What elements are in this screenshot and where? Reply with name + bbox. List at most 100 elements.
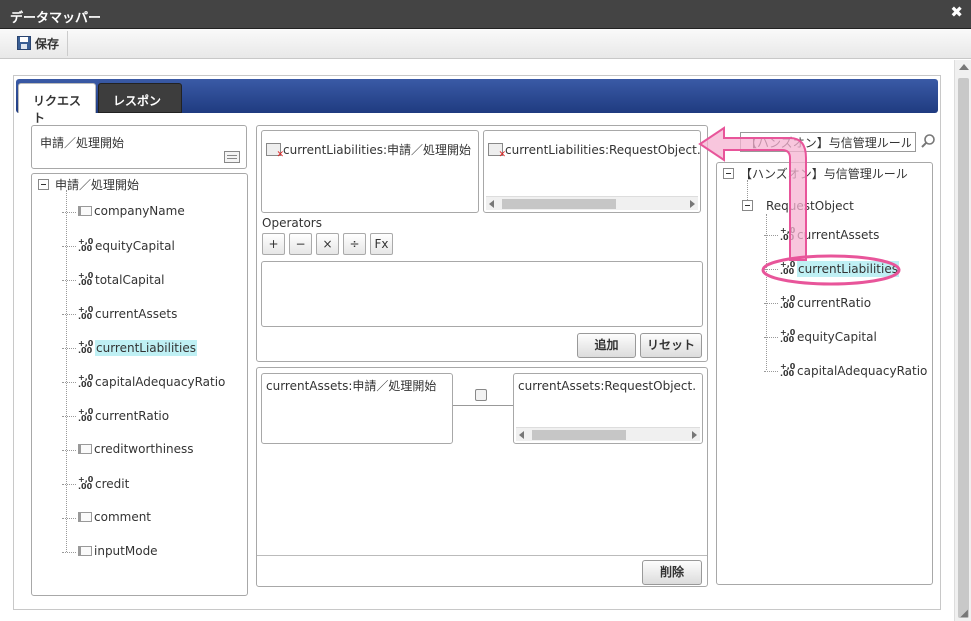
horizontal-scrollbar[interactable] (516, 427, 700, 441)
minus-operator-button[interactable]: − (289, 233, 312, 255)
vertical-scrollbar[interactable] (954, 60, 971, 621)
response-tree-item[interactable]: +,0.00 currentRatio (764, 294, 871, 313)
search-input[interactable] (740, 132, 916, 152)
scroll-right-icon[interactable] (692, 431, 697, 439)
horizontal-scrollbar[interactable] (486, 196, 698, 210)
response-tree-item-label: capitalAdequacyRatio (797, 364, 928, 378)
request-tree-item[interactable]: comment (62, 510, 152, 528)
divide-operator-button[interactable]: ÷ (343, 233, 366, 255)
request-tree-item[interactable]: +,0.00 credit (62, 475, 130, 494)
tree-connector (62, 484, 76, 485)
mapping-list-footer (257, 555, 707, 586)
scroll-left-icon[interactable] (489, 200, 494, 208)
response-tree-item[interactable]: +,0.00 currentAssets (764, 227, 880, 245)
resize-grip-icon[interactable]: ◢ (960, 608, 968, 619)
reset-button[interactable]: リセット (640, 333, 702, 358)
response-tree-root-label: 【ハンズオン】与信管理ルール (740, 167, 908, 181)
request-tree-item-label: currentLiabilities (95, 340, 197, 356)
collapse-icon[interactable] (38, 179, 49, 190)
delete-button[interactable]: 削除 (642, 560, 702, 585)
request-tree-item-label: currentRatio (95, 409, 170, 423)
response-tree-item-label: currentAssets (797, 228, 880, 242)
target-field-box[interactable]: currentLiabilities:RequestObject.【ハン (483, 130, 701, 213)
search-icon[interactable] (920, 133, 936, 149)
mapping-select-checkbox[interactable] (475, 389, 487, 401)
response-tree-item[interactable]: +,0.00 capitalAdequacyRatio (764, 363, 928, 381)
response-tree-root[interactable]: 【ハンズオン】与信管理ルール (723, 165, 908, 182)
number-field-icon: +,0.00 (78, 373, 94, 389)
number-field-icon: +,0.00 (780, 294, 796, 310)
close-icon[interactable]: ✖ (950, 5, 963, 20)
string-field-icon (78, 206, 92, 216)
request-tree-item-label: creditworthiness (94, 442, 194, 456)
request-tree-item-label: equityCapital (95, 239, 175, 253)
tree-connector (62, 416, 76, 417)
mapping-connector-line (453, 405, 513, 406)
request-tree-item-label: comment (94, 510, 152, 524)
request-tree-item[interactable]: +,0.00 equityCapital (62, 237, 175, 256)
number-field-icon: +,0.00 (78, 339, 94, 355)
number-field-icon: +,0.00 (78, 305, 94, 321)
collapse-icon[interactable] (723, 168, 734, 179)
request-tree-item[interactable]: +,0.00 totalCapital (62, 272, 165, 290)
response-tree-item[interactable]: +,0.00 equityCapital (764, 328, 877, 347)
request-tree-item-label: credit (95, 477, 130, 491)
tree-connector (764, 337, 778, 338)
function-operator-button[interactable]: Fx (370, 233, 393, 255)
floppy-disk-icon (17, 36, 31, 50)
number-field-icon: +,0.00 (780, 260, 796, 276)
add-button[interactable]: 追加 (577, 333, 636, 358)
scroll-right-icon[interactable] (690, 200, 695, 208)
tree-guide-line (747, 180, 748, 200)
request-tree-item[interactable]: creditworthiness (62, 442, 194, 460)
tree-connector (764, 235, 778, 236)
scroll-up-icon[interactable] (959, 64, 969, 70)
tree-guide-line (66, 190, 67, 552)
tree-connector (62, 552, 76, 553)
number-field-icon: +,0.00 (78, 475, 94, 491)
tree-connector (62, 450, 76, 451)
request-title: 申請／処理開始 (40, 136, 125, 150)
mapped-source-box[interactable]: currentAssets:申請／処理開始 (261, 373, 453, 444)
unmapped-field-icon (488, 143, 506, 160)
request-tree-item[interactable]: +,0.00 capitalAdequacyRatio (62, 373, 226, 392)
expression-area[interactable] (261, 261, 703, 327)
source-field-box[interactable]: currentLiabilities:申請／処理開始 (261, 130, 479, 213)
request-tree-item[interactable]: +,0.00 currentAssets (62, 305, 177, 324)
response-tree-item-label: equityCapital (797, 330, 877, 344)
save-button[interactable]: 保存 (9, 31, 69, 56)
string-field-icon (78, 444, 92, 454)
scrollbar-thumb[interactable] (502, 199, 616, 209)
request-tree-item[interactable]: companyName (62, 204, 185, 222)
plus-operator-button[interactable]: + (262, 233, 285, 255)
tab-request[interactable]: リクエスト (18, 83, 96, 125)
scrollbar-thumb[interactable] (532, 430, 626, 440)
mapped-target-label: currentAssets:RequestObject.【ハン (518, 379, 702, 393)
mapped-target-box[interactable]: currentAssets:RequestObject.【ハン (513, 373, 703, 444)
request-tree-root-label: 申請／処理開始 (55, 178, 140, 192)
source-field-label: currentLiabilities:申請／処理開始 (283, 143, 471, 157)
number-field-icon: +,0.00 (78, 407, 94, 423)
request-tree-item[interactable]: +,0.00 currentLiabilities (62, 339, 197, 358)
toolbar: 保存 (0, 29, 971, 59)
target-field-label: currentLiabilities:RequestObject.【ハン (505, 143, 701, 157)
scroll-left-icon[interactable] (519, 431, 524, 439)
number-field-icon: +,0.00 (780, 328, 796, 344)
tree-connector (62, 382, 76, 383)
response-tree-item[interactable]: +,0.00 currentLiabilities (764, 260, 899, 279)
string-field-icon (78, 512, 92, 522)
request-tree-item[interactable]: inputMode (62, 544, 158, 562)
number-field-icon: +,0.00 (78, 237, 94, 253)
scrollbar-thumb[interactable] (958, 78, 969, 618)
request-tree-item-label: totalCapital (95, 273, 165, 287)
collapse-icon[interactable] (742, 200, 753, 211)
request-tree-root[interactable]: 申請／処理開始 (38, 176, 139, 193)
request-tree-item[interactable]: +,0.00 currentRatio (62, 407, 170, 426)
multiply-operator-button[interactable]: × (316, 233, 339, 255)
request-tree-item-label: companyName (94, 204, 185, 218)
request-tree-item-label: capitalAdequacyRatio (95, 375, 226, 389)
request-object-node[interactable]: RequestObject (742, 199, 854, 213)
tree-connector (62, 314, 76, 315)
tab-response[interactable]: レスポンス (98, 83, 182, 125)
list-view-icon[interactable] (224, 151, 240, 163)
